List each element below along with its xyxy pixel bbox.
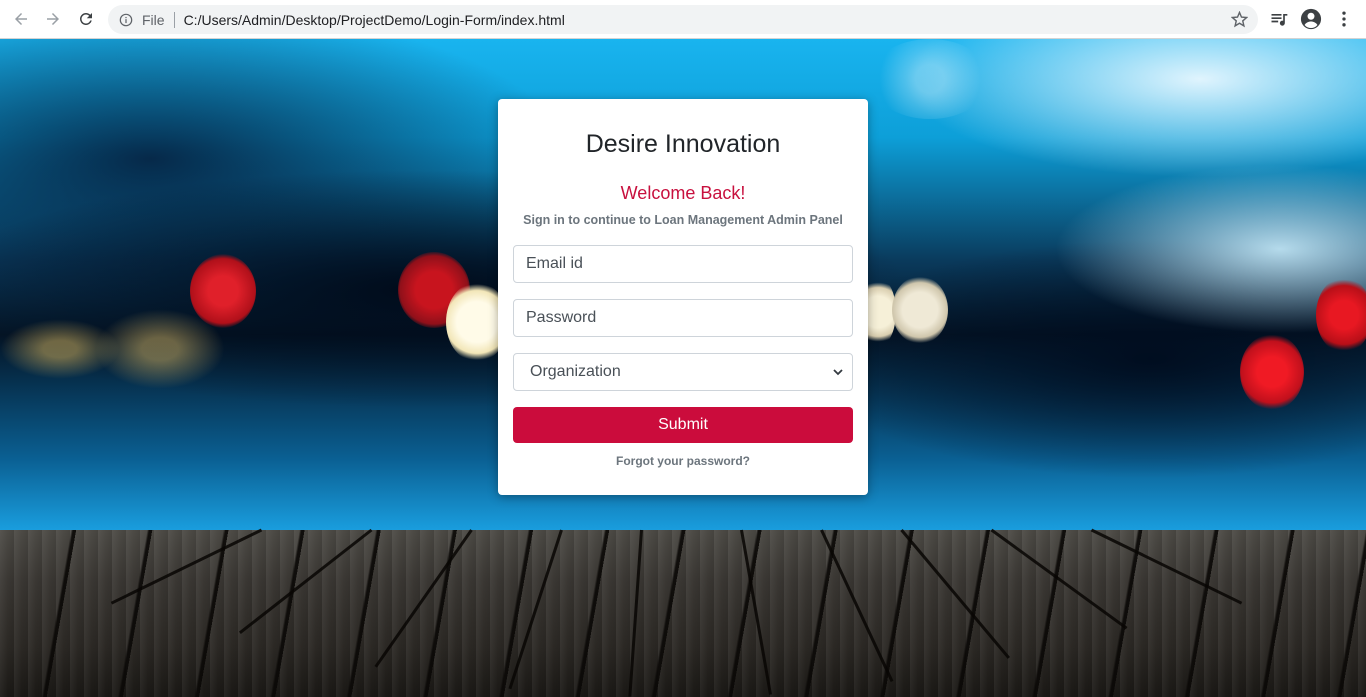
address-bar[interactable]: File C:/Users/Admin/Desktop/ProjectDemo/… bbox=[108, 5, 1258, 34]
floor-plank-gap bbox=[374, 529, 473, 668]
chevron-down-icon bbox=[833, 369, 843, 376]
back-button[interactable] bbox=[9, 7, 33, 31]
login-card: Desire Innovation Welcome Back! Sign in … bbox=[498, 99, 868, 495]
floor-plank-gap bbox=[628, 529, 643, 697]
floor-plank-gap bbox=[990, 528, 1128, 630]
floor-plank-gap bbox=[1090, 528, 1243, 605]
floor-plank-gap bbox=[820, 529, 894, 682]
url-text[interactable]: C:/Users/Admin/Desktop/ProjectDemo/Login… bbox=[184, 12, 565, 28]
omnibox-divider bbox=[173, 11, 175, 28]
welcome-heading: Welcome Back! bbox=[620, 183, 746, 203]
floor-plank-gap bbox=[508, 529, 563, 690]
forward-icon bbox=[47, 13, 59, 25]
star-icon[interactable] bbox=[1231, 11, 1248, 28]
wooden-floor bbox=[0, 528, 1366, 697]
brand-title: Desire Innovation bbox=[585, 130, 781, 158]
bokeh-light bbox=[870, 39, 990, 119]
floor-plank-gap bbox=[900, 529, 1010, 659]
signin-subtitle: Sign in to continue to Loan Management A… bbox=[523, 213, 843, 227]
reload-icon bbox=[79, 12, 92, 25]
bokeh-light bbox=[1316, 277, 1366, 353]
forgot-password-link[interactable]: Forgot your password? bbox=[498, 454, 868, 468]
media-control-button[interactable] bbox=[1268, 8, 1290, 30]
bokeh-light bbox=[1240, 334, 1304, 410]
organization-select-value: Organization bbox=[530, 363, 621, 380]
floor-plank-gap bbox=[238, 528, 373, 634]
page-viewport: Desire Innovation Welcome Back! Sign in … bbox=[0, 39, 1366, 697]
bokeh-light bbox=[95, 309, 225, 389]
profile-button[interactable] bbox=[1300, 8, 1322, 30]
floor-plank-gap bbox=[110, 528, 263, 605]
profile-icon bbox=[1300, 8, 1322, 30]
info-icon[interactable] bbox=[118, 12, 134, 28]
email-field[interactable] bbox=[513, 245, 853, 283]
password-field[interactable] bbox=[513, 299, 853, 337]
browser-toolbar: File C:/Users/Admin/Desktop/ProjectDemo/… bbox=[0, 0, 1366, 39]
forward-button[interactable] bbox=[41, 7, 65, 31]
media-control-icon bbox=[1271, 14, 1288, 26]
menu-icon bbox=[1342, 11, 1346, 27]
organization-select[interactable]: Organization bbox=[513, 353, 853, 391]
floor-plank-gap bbox=[740, 529, 772, 695]
back-icon bbox=[15, 13, 27, 25]
reload-button[interactable] bbox=[74, 7, 98, 31]
bokeh-light bbox=[892, 276, 948, 344]
submit-button[interactable]: Submit bbox=[513, 407, 853, 443]
scheme-label: File bbox=[142, 11, 165, 28]
menu-button[interactable] bbox=[1333, 8, 1355, 30]
